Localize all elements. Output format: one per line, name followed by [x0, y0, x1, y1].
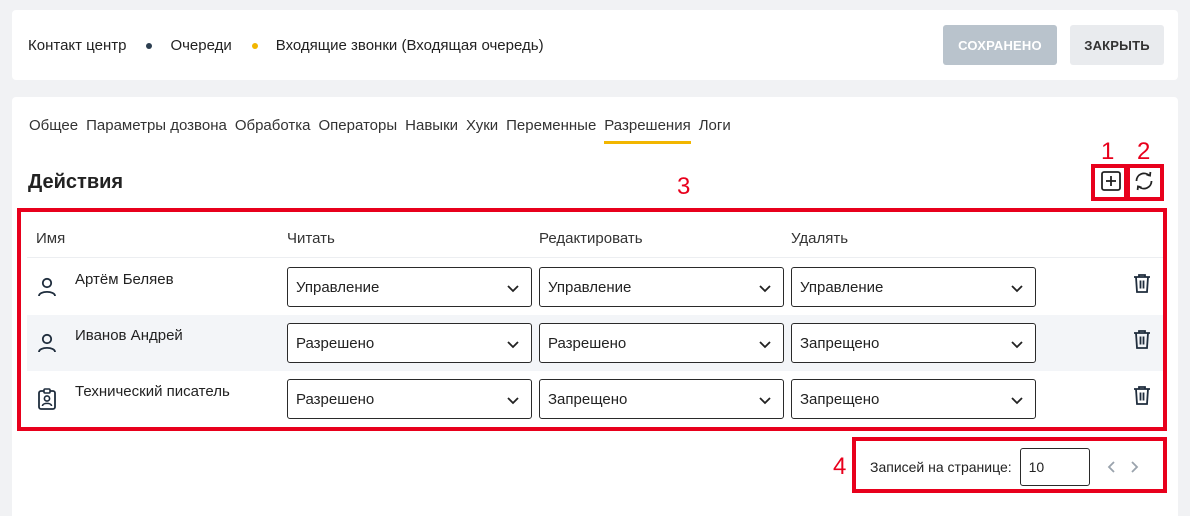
- annotation-label-2: 2: [1137, 138, 1151, 165]
- breadcrumb-item-contact-center[interactable]: Контакт центр: [28, 37, 126, 54]
- section-title: Действия: [28, 171, 124, 193]
- tab-dial-params[interactable]: Параметры дозвона: [86, 117, 227, 142]
- annotation-box-2: [1126, 164, 1164, 201]
- close-button[interactable]: Закрыть: [1070, 25, 1164, 65]
- tab-operators[interactable]: Операторы: [318, 117, 397, 142]
- annotation-box-3: [17, 208, 1167, 431]
- annotation-label-4: 4: [833, 453, 847, 480]
- annotation-label-3: 3: [677, 173, 691, 200]
- breadcrumb-separator-dot: [251, 42, 258, 49]
- breadcrumb-item-current: Входящие звонки (Входящая очередь): [275, 37, 544, 54]
- tab-skills[interactable]: Навыки: [405, 117, 458, 142]
- tab-variables[interactable]: Переменные: [506, 117, 596, 142]
- annotation-box-4: [852, 437, 1167, 493]
- header-panel: Контакт центр Очереди Входящие звонки (В…: [12, 10, 1178, 80]
- tab-general[interactable]: Общее: [29, 117, 78, 142]
- tab-bar: Общее Параметры дозвона Обработка Операт…: [29, 117, 739, 144]
- breadcrumb-separator-dot: [146, 42, 153, 49]
- breadcrumb-item-queues[interactable]: Очереди: [170, 37, 231, 54]
- saved-button[interactable]: Сохранено: [943, 25, 1057, 65]
- breadcrumb: Контакт центр Очереди Входящие звонки (В…: [28, 37, 544, 54]
- tab-processing[interactable]: Обработка: [235, 117, 311, 142]
- annotation-label-1: 1: [1101, 138, 1115, 165]
- tab-logs[interactable]: Логи: [699, 117, 731, 142]
- tab-permissions[interactable]: Разрешения: [604, 117, 692, 144]
- tab-hooks[interactable]: Хуки: [466, 117, 498, 142]
- annotation-box-1: [1091, 164, 1128, 201]
